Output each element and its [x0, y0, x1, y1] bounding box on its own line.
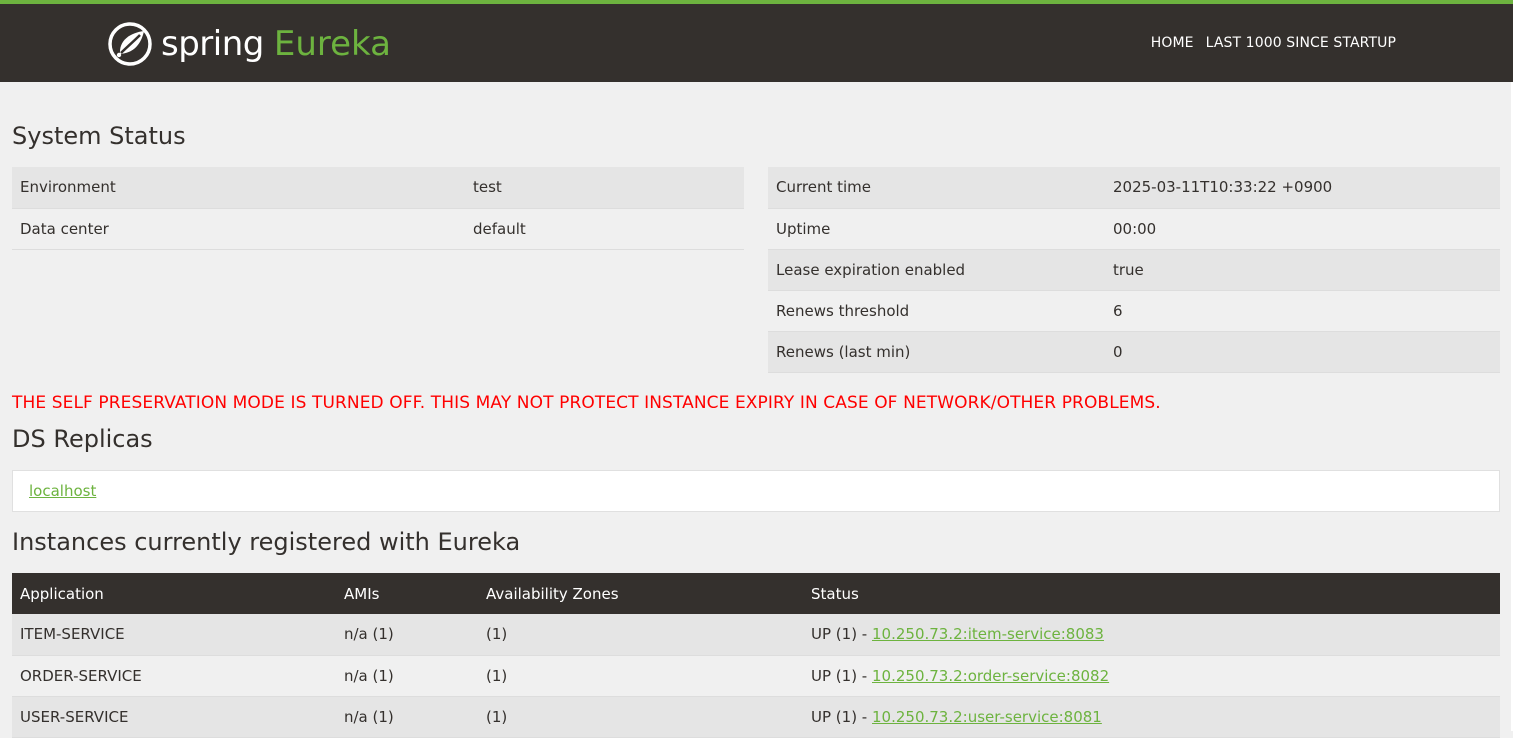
instance-link[interactable]: 10.250.73.2:user-service:8081	[872, 708, 1102, 726]
instances-heading: Instances currently registered with Eure…	[12, 528, 521, 556]
status-cell: UP (1) - 10.250.73.2:order-service:8082	[803, 655, 1500, 697]
column-header-amis: AMIs	[336, 573, 478, 614]
column-header-availability-zones: Availability Zones	[478, 573, 803, 614]
status-key: Current time	[768, 167, 1105, 209]
status-key: Uptime	[768, 208, 1105, 250]
table-row: Uptime 00:00	[768, 208, 1500, 250]
status-cell: UP (1) - 10.250.73.2:item-service:8083	[803, 614, 1500, 656]
status-value: 6	[1105, 290, 1500, 332]
column-header-status: Status	[803, 573, 1500, 614]
status-key: Data center	[12, 208, 465, 250]
zones-cell: (1)	[478, 655, 803, 697]
status-value: default	[465, 208, 744, 250]
application-cell: ORDER-SERVICE	[12, 655, 336, 697]
status-key: Environment	[12, 167, 465, 209]
ds-replicas-heading: DS Replicas	[12, 425, 153, 453]
status-key: Lease expiration enabled	[768, 249, 1105, 291]
table-header-row: Application AMIs Availability Zones Stat…	[12, 573, 1500, 614]
amis-cell: n/a (1)	[336, 655, 478, 697]
column-header-application: Application	[12, 573, 336, 614]
ds-replicas-list: localhost	[12, 470, 1500, 512]
table-row: ORDER-SERVICE n/a (1) (1) UP (1) - 10.25…	[12, 655, 1500, 697]
brand-logo-link[interactable]: spring Eureka	[107, 20, 391, 68]
top-nav: HOME LAST 1000 SINCE STARTUP	[1151, 35, 1396, 51]
brand-spring-text: spring	[161, 24, 264, 64]
table-row: Renews threshold 6	[768, 290, 1500, 332]
status-prefix: UP (1) -	[811, 625, 872, 644]
system-status-heading: System Status	[12, 122, 186, 150]
table-row: Current time 2025-03-11T10:33:22 +0900	[768, 167, 1500, 209]
status-prefix: UP (1) -	[811, 666, 872, 685]
status-value: 00:00	[1105, 208, 1500, 250]
status-value: true	[1105, 249, 1500, 291]
table-row: Renews (last min) 0	[768, 331, 1500, 373]
status-value: 0	[1105, 331, 1500, 373]
nav-home-link[interactable]: HOME	[1151, 35, 1194, 51]
system-status-left-table: Environment test Data center default	[12, 167, 744, 250]
nav-last-1000-link[interactable]: LAST 1000 SINCE STARTUP	[1206, 35, 1396, 51]
instance-link[interactable]: 10.250.73.2:order-service:8082	[872, 667, 1109, 685]
table-row: Environment test	[12, 167, 744, 209]
application-cell: ITEM-SERVICE	[12, 614, 336, 656]
replica-link[interactable]: localhost	[29, 482, 96, 500]
top-navbar: spring Eureka HOME LAST 1000 SINCE START…	[0, 0, 1513, 82]
spring-leaf-icon	[108, 22, 152, 66]
instances-table: Application AMIs Availability Zones Stat…	[12, 573, 1500, 738]
status-key: Renews threshold	[768, 290, 1105, 332]
status-value: 2025-03-11T10:33:22 +0900	[1105, 167, 1500, 209]
amis-cell: n/a (1)	[336, 614, 478, 656]
brand-eureka-text: Eureka	[273, 24, 391, 64]
zones-cell: (1)	[478, 614, 803, 656]
status-key: Renews (last min)	[768, 331, 1105, 373]
table-row: ITEM-SERVICE n/a (1) (1) UP (1) - 10.250…	[12, 614, 1500, 656]
status-prefix: UP (1) -	[811, 707, 872, 726]
status-value: test	[465, 167, 744, 209]
self-preservation-warning: THE SELF PRESERVATION MODE IS TURNED OFF…	[12, 393, 1161, 413]
table-row: Data center default	[12, 208, 744, 250]
table-row: Lease expiration enabled true	[768, 249, 1500, 291]
instance-link[interactable]: 10.250.73.2:item-service:8083	[872, 625, 1104, 643]
system-status-right-table: Current time 2025-03-11T10:33:22 +0900 U…	[768, 167, 1500, 373]
